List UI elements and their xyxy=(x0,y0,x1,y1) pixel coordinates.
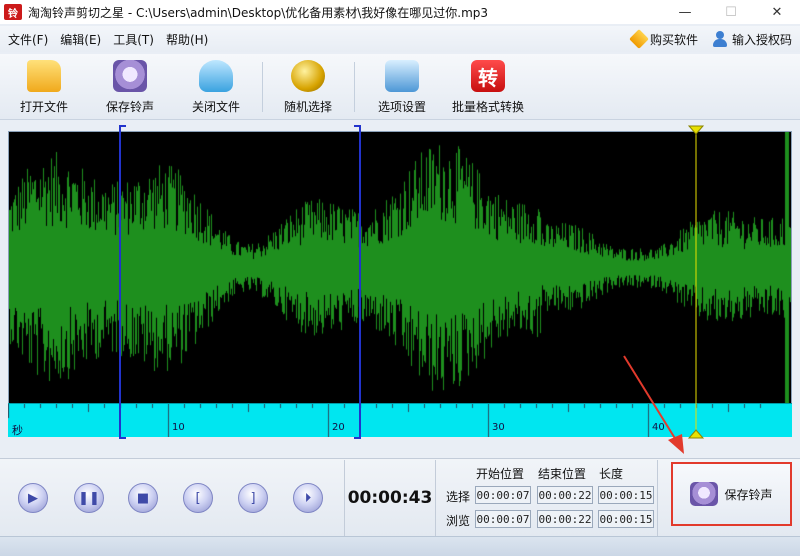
bracket-right-icon: ] xyxy=(250,490,256,506)
row-label-select: 选择 xyxy=(446,490,471,504)
close-window-button[interactable]: ✕ xyxy=(754,0,800,24)
window-title: 淘淘铃声剪切之星 - C:\Users\admin\Desktop\优化备用素材… xyxy=(28,5,489,20)
save-ringtone-label: 保存铃声 xyxy=(105,100,154,114)
play-selection-button[interactable]: ⏵ xyxy=(293,483,323,513)
tick-label: 10 xyxy=(172,422,185,433)
select-length-field[interactable]: 00:00:15 xyxy=(598,486,654,504)
open-file-button[interactable]: 打开文件 xyxy=(4,58,84,116)
toolbar: 打开文件 保存铃声 关闭文件 随机选择 选项设置 转 批量格式转换 xyxy=(0,54,800,120)
close-file-icon xyxy=(199,60,233,92)
pause-button[interactable]: ❚❚ xyxy=(74,483,104,513)
stop-button[interactable]: ■ xyxy=(128,483,158,513)
set-end-button[interactable]: ] xyxy=(238,483,268,513)
waveform-canvas[interactable] xyxy=(9,132,791,404)
stop-icon: ■ xyxy=(136,490,150,506)
play-icon: ▶ xyxy=(28,490,38,506)
toolbar-separator xyxy=(262,62,263,112)
menu-file[interactable]: 文件(F) xyxy=(8,31,48,48)
menu-edit[interactable]: 编辑(E) xyxy=(60,31,101,48)
title-bar: 铃 淘淘铃声剪切之星 - C:\Users\admin\Desktop\优化备用… xyxy=(0,0,800,24)
timeline-unit: 秒 xyxy=(12,424,23,437)
open-file-label: 打开文件 xyxy=(19,100,68,114)
random-select-label: 随机选择 xyxy=(283,100,332,114)
pause-icon: ❚❚ xyxy=(78,490,100,506)
random-select-button[interactable]: 随机选择 xyxy=(268,58,348,116)
header-start: 开始位置 xyxy=(476,467,525,481)
enter-license-label: 输入授权码 xyxy=(731,32,792,47)
set-start-button[interactable]: [ xyxy=(183,483,213,513)
menu-help[interactable]: 帮助(H) xyxy=(166,31,208,48)
tick-label: 20 xyxy=(332,422,345,433)
ruler-ticks xyxy=(8,404,792,437)
browse-end-field[interactable]: 00:00:22 xyxy=(537,510,593,528)
batch-convert-button[interactable]: 转 批量格式转换 xyxy=(448,58,528,116)
window-controls: — ☐ ✕ xyxy=(662,0,800,24)
buy-software-link[interactable]: 购买软件 xyxy=(629,29,698,49)
options-button[interactable]: 选项设置 xyxy=(362,58,442,116)
timeline-ruler[interactable]: 秒 10 20 30 40 xyxy=(8,403,792,437)
panel-separator xyxy=(657,460,658,536)
settings-icon xyxy=(385,60,419,92)
user-icon xyxy=(712,31,728,47)
options-label: 选项设置 xyxy=(377,100,426,114)
save-ringtone-button[interactable]: 保存铃声 xyxy=(671,462,792,526)
batch-convert-label: 批量格式转换 xyxy=(451,100,524,114)
save-ringtone-button-label: 保存铃声 xyxy=(724,487,773,502)
convert-icon: 转 xyxy=(471,60,505,92)
play-button[interactable]: ▶ xyxy=(18,483,48,513)
enter-license-link[interactable]: 输入授权码 xyxy=(712,31,792,48)
select-end-field[interactable]: 00:00:22 xyxy=(537,486,593,504)
buy-software-label: 购买软件 xyxy=(649,32,698,47)
menu-right-actions: 购买软件 输入授权码 xyxy=(629,26,792,52)
select-start-field[interactable]: 00:00:07 xyxy=(475,486,531,504)
current-time: 00:00:43 xyxy=(347,488,433,508)
diamond-icon xyxy=(629,29,649,49)
row-label-browse: 浏览 xyxy=(446,514,471,528)
waveform-view[interactable] xyxy=(8,131,792,437)
save-ringtone-toolbar-button[interactable]: 保存铃声 xyxy=(90,58,170,116)
browse-start-field[interactable]: 00:00:07 xyxy=(475,510,531,528)
play-selection-icon: ⏵ xyxy=(304,490,312,506)
folder-icon xyxy=(27,60,61,92)
tick-label: 40 xyxy=(652,422,665,433)
app-icon: 铃 xyxy=(4,4,22,20)
bracket-left-icon: [ xyxy=(195,490,201,506)
toolbar-separator xyxy=(354,62,355,112)
header-length: 长度 xyxy=(599,467,624,481)
menu-bar: 文件(F) 编辑(E) 工具(T) 帮助(H) 购买软件 输入授权码 xyxy=(0,26,800,52)
random-icon xyxy=(291,60,325,92)
current-time-display: 00:00:43 xyxy=(344,460,436,536)
close-file-label: 关闭文件 xyxy=(191,100,240,114)
close-file-button[interactable]: 关闭文件 xyxy=(176,58,256,116)
menu-tools[interactable]: 工具(T) xyxy=(113,31,154,48)
maximize-button[interactable]: ☐ xyxy=(708,0,754,24)
tick-label: 30 xyxy=(492,422,505,433)
minimize-button[interactable]: — xyxy=(662,0,708,24)
ringtone-save-icon xyxy=(690,482,719,506)
ringtone-save-icon xyxy=(113,60,147,92)
status-bar xyxy=(0,536,800,556)
browse-length-field[interactable]: 00:00:15 xyxy=(598,510,654,528)
header-end: 结束位置 xyxy=(538,467,587,481)
